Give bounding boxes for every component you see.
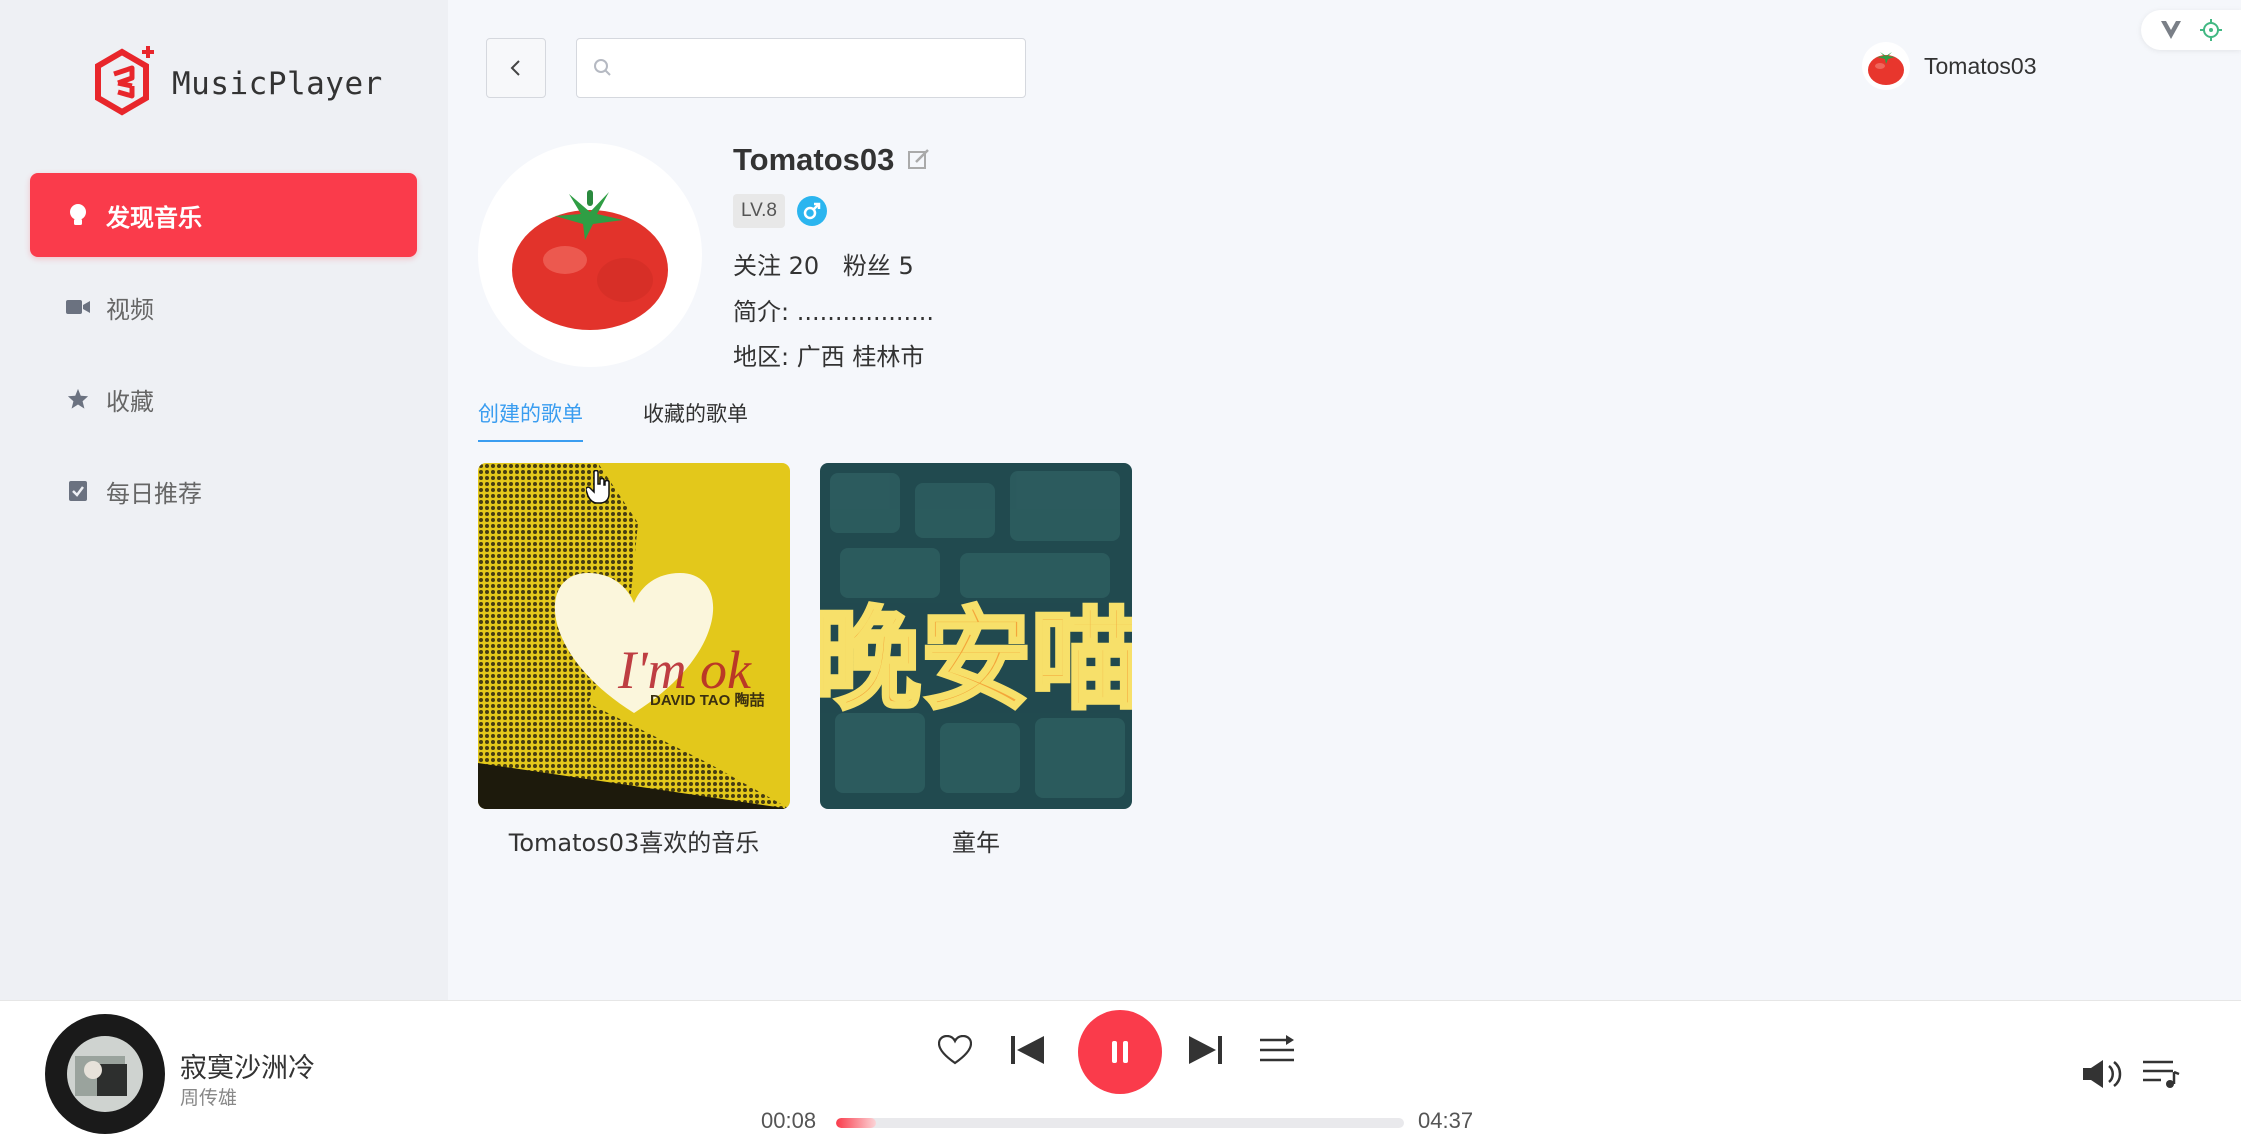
profile-name: Tomatos03 bbox=[733, 142, 895, 177]
progress-fill bbox=[836, 1118, 876, 1128]
edit-icon[interactable] bbox=[908, 149, 930, 171]
devtools-widget[interactable] bbox=[2141, 10, 2241, 50]
sidebar-nav: 发现音乐 视频 收藏 每日推荐 bbox=[30, 173, 417, 541]
back-button[interactable] bbox=[486, 38, 546, 98]
sidebar-item-label: 每日推荐 bbox=[106, 479, 202, 508]
playlist-name[interactable]: 童年 bbox=[820, 823, 1132, 858]
cover-text: DAVID TAO 陶喆 bbox=[650, 691, 764, 709]
app-logo[interactable]: MusicPlayer bbox=[92, 42, 383, 126]
intro-value: .................. bbox=[796, 298, 935, 326]
playlist-cover[interactable]: I'm ok DAVID TAO 陶喆 bbox=[478, 463, 790, 809]
sidebar-item-daily[interactable]: 每日推荐 bbox=[30, 449, 417, 533]
song-title: 寂寞沙洲冷 bbox=[180, 1053, 315, 1084]
search-input[interactable] bbox=[623, 39, 1025, 97]
pause-icon bbox=[1112, 1041, 1128, 1063]
sidebar-item-label: 发现音乐 bbox=[106, 203, 202, 232]
sidebar: MusicPlayer 发现音乐 视频 收藏 每日推荐 bbox=[0, 0, 448, 1000]
previous-button[interactable] bbox=[1008, 1030, 1048, 1070]
video-icon bbox=[66, 295, 90, 319]
playlist-cover[interactable]: 晚安喵 bbox=[820, 463, 1132, 809]
progress-bar[interactable] bbox=[836, 1118, 1404, 1128]
list-loop-icon bbox=[1260, 1035, 1294, 1062]
profile-name-row: Tomatos03 bbox=[733, 142, 930, 178]
bulb-icon bbox=[66, 203, 90, 227]
logo-icon bbox=[95, 46, 154, 116]
tab-created-playlists[interactable]: 创建的歌单 bbox=[478, 398, 583, 442]
tomato-icon bbox=[1868, 52, 1904, 85]
sidebar-item-label: 视频 bbox=[106, 295, 154, 324]
sidebar-item-favorites[interactable]: 收藏 bbox=[30, 357, 417, 441]
sidebar-item-discover[interactable]: 发现音乐 bbox=[30, 173, 417, 257]
chevron-left-icon bbox=[510, 60, 520, 76]
cover-text: I'm ok bbox=[617, 640, 752, 700]
sidebar-item-video[interactable]: 视频 bbox=[30, 265, 417, 349]
playlist-card[interactable]: 晚安喵 童年 bbox=[820, 463, 1132, 858]
heart-icon bbox=[938, 1035, 972, 1065]
profile-badges: LV.8 bbox=[733, 194, 827, 228]
song-artist[interactable]: 周传雄 bbox=[180, 1083, 237, 1110]
tab-collected-playlists[interactable]: 收藏的歌单 bbox=[643, 398, 748, 442]
level-badge: LV.8 bbox=[733, 194, 785, 228]
header-username: Tomatos03 bbox=[1924, 52, 2037, 79]
crosshair-icon[interactable] bbox=[2199, 19, 2222, 41]
album-art bbox=[67, 1036, 143, 1112]
hand-cursor-icon bbox=[586, 470, 610, 504]
calendar-check-icon bbox=[66, 479, 90, 503]
tomato-icon bbox=[512, 190, 668, 330]
region-label: 地区: bbox=[733, 343, 790, 371]
playlist-grid: I'm ok DAVID TAO 陶喆 Tomatos03喜欢的音乐 晚安喵 童… bbox=[478, 463, 1162, 858]
avatar[interactable] bbox=[1862, 42, 1910, 90]
playlist-name[interactable]: Tomatos03喜欢的音乐 bbox=[478, 823, 790, 858]
intro-label: 简介: bbox=[733, 298, 790, 326]
queue-music-icon bbox=[2143, 1060, 2180, 1088]
star-icon bbox=[66, 387, 90, 411]
play-mode-button[interactable] bbox=[1257, 1030, 1297, 1070]
fans-count[interactable]: 粉丝 5 bbox=[843, 252, 914, 280]
pause-button[interactable] bbox=[1078, 1010, 1162, 1094]
app-name: MusicPlayer bbox=[172, 66, 383, 102]
profile-region: 地区: 广西 桂林市 bbox=[733, 337, 924, 372]
profile-intro: 简介: .................. bbox=[733, 292, 934, 327]
playlist-tabs: 创建的歌单 收藏的歌单 bbox=[478, 398, 808, 442]
total-time: 04:37 bbox=[1418, 1108, 1474, 1133]
album-disc[interactable] bbox=[45, 1014, 165, 1134]
profile-avatar bbox=[478, 143, 702, 367]
volume-icon bbox=[2083, 1060, 2122, 1088]
volume-button[interactable] bbox=[2080, 1054, 2124, 1094]
region-value: 广西 桂林市 bbox=[796, 343, 925, 371]
like-button[interactable] bbox=[935, 1030, 975, 1070]
search-icon bbox=[594, 59, 611, 76]
follow-count[interactable]: 关注 20 bbox=[733, 252, 819, 280]
search-bar[interactable] bbox=[576, 38, 1026, 98]
cover-text: 晚安喵 bbox=[820, 596, 1132, 724]
playlist-queue-button[interactable] bbox=[2140, 1054, 2184, 1094]
skip-previous-icon bbox=[1011, 1036, 1044, 1064]
sidebar-item-label: 收藏 bbox=[106, 387, 154, 416]
playlist-card[interactable]: I'm ok DAVID TAO 陶喆 Tomatos03喜欢的音乐 bbox=[478, 463, 790, 858]
vue-icon[interactable] bbox=[2160, 21, 2181, 39]
current-time: 00:08 bbox=[761, 1108, 817, 1133]
header-user[interactable]: Tomatos03 bbox=[1862, 42, 2037, 90]
male-icon bbox=[803, 202, 821, 220]
profile-follow-stats: 关注 20 粉丝 5 bbox=[733, 246, 914, 281]
next-button[interactable] bbox=[1185, 1030, 1225, 1070]
gender-badge bbox=[796, 196, 827, 226]
skip-next-icon bbox=[1189, 1036, 1222, 1064]
